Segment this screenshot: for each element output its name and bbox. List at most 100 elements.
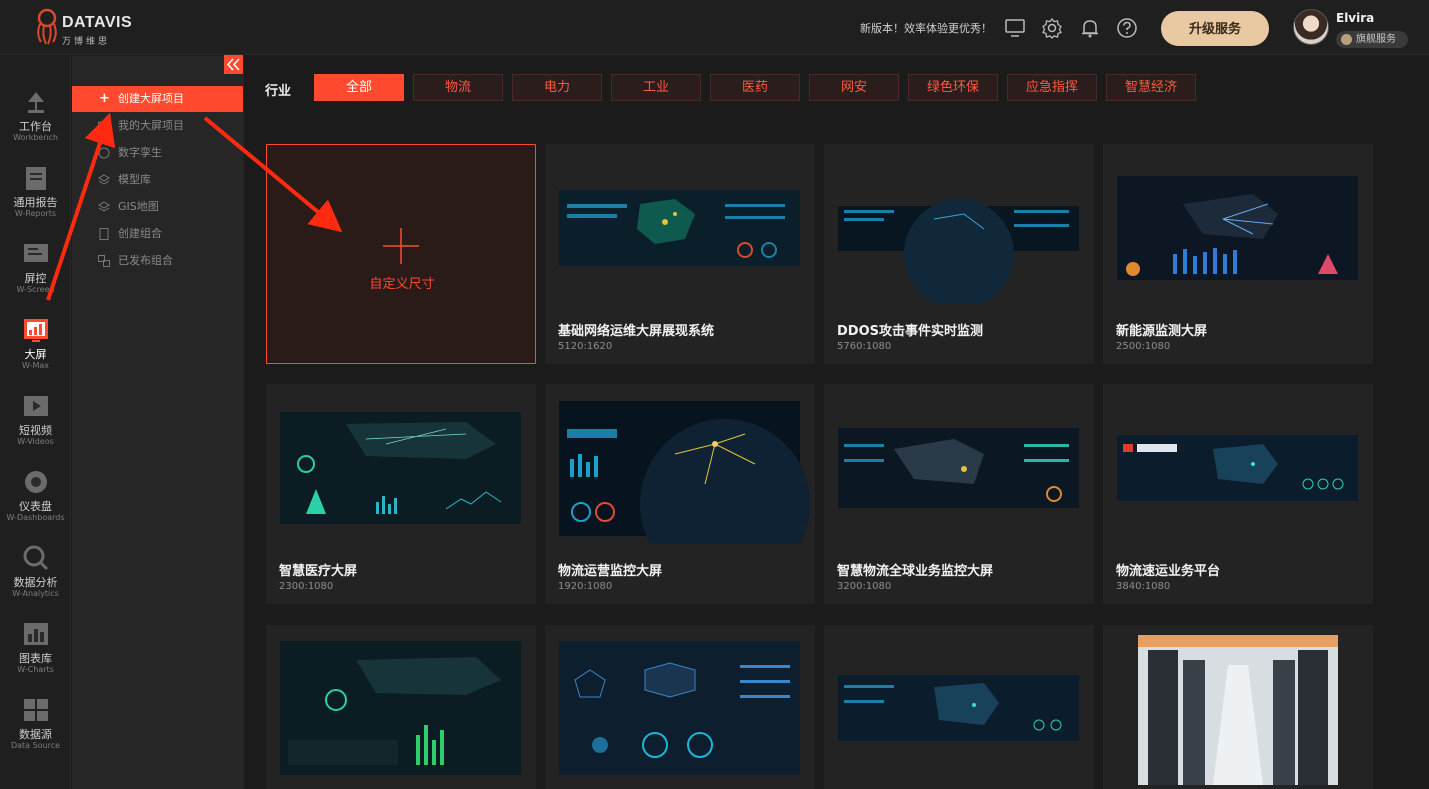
lamp-icon [28,92,44,113]
membership-icon [1341,34,1352,45]
submenu-label: 数字孪生 [118,146,162,159]
template-card[interactable]: 智慧医疗大屏 2300:1080 [266,384,536,604]
submenu-create-project[interactable]: + 创建大屏项目 [72,86,243,112]
template-card[interactable] [824,625,1094,789]
template-title: 物流运营监控大屏 [558,564,663,579]
submenu-published-combo[interactable]: 已发布组合 [72,248,244,274]
template-thumbnail [559,190,800,266]
rail-item-analytics[interactable]: 数据分析 W-Analytics [0,540,71,612]
rail-item-videos[interactable]: 短视频 W-Videos [0,388,71,460]
settings-icon[interactable] [1041,17,1063,39]
layers-icon [98,201,110,212]
top-bar: DATAVIS 万博维思 新版本！效率体验更优秀！ 升级服务 Elvira 旗舰… [0,0,1429,55]
rail-sublabel: Data Source [10,741,61,750]
template-size: 3840:1080 [1116,581,1171,592]
template-thumbnail [1117,176,1358,280]
monitor-icon[interactable] [1004,17,1026,39]
submenu-label: 模型库 [118,173,151,186]
template-size: 2300:1080 [279,581,334,592]
server-room-photo [1138,635,1338,785]
rail-label: 仪表盘 [19,500,52,513]
rail-label: 图表库 [19,652,52,665]
filter-chip-green[interactable]: 绿色环保 [908,74,998,101]
rail-item-charts[interactable]: 图表库 W-Charts [0,616,71,688]
brand-name: DATAVIS [62,14,133,31]
template-card[interactable] [1103,625,1373,789]
submenu-gis-map[interactable]: GIS地图 [72,194,244,220]
rail-sublabel: Workbench [13,133,58,142]
template-card[interactable] [266,625,536,789]
filter-chip-all[interactable]: 全部 [314,74,404,101]
logo[interactable]: DATAVIS 万博维思 [34,8,132,48]
rail-sublabel: W-Dashboards [6,513,65,522]
template-card[interactable]: 物流运营监控大屏 1920:1080 [545,384,815,604]
rail-item-reports[interactable]: 通用报告 W-Reports [0,160,71,232]
filter-chip-pharma[interactable]: 医药 [710,74,800,101]
template-size: 2500:1080 [1116,341,1171,352]
template-thumbnail [838,428,1079,508]
template-size: 3200:1080 [837,581,892,592]
template-title: 智慧物流全球业务监控大屏 [837,564,994,579]
datasource-icon [24,699,48,721]
rail-label: 大屏 [24,348,47,361]
twin-icon [98,147,110,159]
rail-item-workbench[interactable]: 工作台 Workbench [0,84,71,156]
template-card[interactable]: 物流速运业务平台 3840:1080 [1103,384,1373,604]
custom-size-card[interactable]: 自定义尺寸 [266,144,536,364]
user-name[interactable]: Elvira [1336,11,1374,25]
template-thumbnail [559,641,800,775]
template-thumbnail [559,401,810,544]
template-size: 5120:1620 [558,341,613,352]
report-icon [26,167,46,190]
filter-chip-economy[interactable]: 智慧经济 [1106,74,1196,101]
rail-label: 短视频 [19,424,52,437]
big-screen-icon [24,319,48,342]
template-title: DDOS攻击事件实时监测 [837,324,983,339]
filter-chip-cybersecurity[interactable]: 网安 [809,74,899,101]
analytics-icon [23,545,49,571]
template-card[interactable]: 智慧物流全球业务监控大屏 3200:1080 [824,384,1094,604]
gauge-icon [25,471,47,493]
filter-chip-logistics[interactable]: 物流 [413,74,503,101]
template-size: 1920:1080 [558,581,613,592]
brand-subtitle: 万博维思 [62,37,111,47]
template-card[interactable]: 新能源监测大屏 2500:1080 [1103,144,1373,364]
secondary-menu: + 创建大屏项目 我的大屏项目 数字孪生 模型库 GIS地图 创建组合 已发布组… [72,56,244,789]
help-icon[interactable] [1116,17,1138,39]
submenu-label: 创建组合 [118,227,162,240]
layers-icon [98,174,110,185]
submenu-my-projects[interactable]: 我的大屏项目 [72,113,244,139]
upgrade-button[interactable]: 升级服务 [1161,11,1269,46]
template-thumbnail [1117,435,1358,501]
rail-label: 数据源 [19,728,52,741]
industry-filter-label: 行业 [265,84,292,99]
template-card[interactable]: DDOS攻击事件实时监测 5760:1080 [824,144,1094,364]
avatar[interactable] [1293,9,1329,45]
chart-library-icon [24,623,48,645]
rail-item-screen[interactable]: 屏控 W-Screen [0,236,71,308]
submenu-digital-twin[interactable]: 数字孪生 [72,140,244,166]
submenu-model-library[interactable]: 模型库 [72,167,244,193]
template-thumbnail [838,675,1079,741]
submenu-create-combo[interactable]: 创建组合 [72,221,244,247]
rail-item-dashboards[interactable]: 仪表盘 W-Dashboards [0,464,71,536]
filter-chip-emergency[interactable]: 应急指挥 [1007,74,1097,101]
custom-size-label: 自定义尺寸 [369,277,435,292]
filter-chip-industry[interactable]: 工业 [611,74,701,101]
template-thumbnail [280,412,521,524]
video-icon [24,396,48,416]
rail-label: 工作台 [19,120,52,133]
submenu-label: 已发布组合 [118,254,173,267]
bell-icon[interactable] [1079,17,1101,39]
template-card[interactable] [545,625,815,789]
double-chevron-left-icon [226,58,240,71]
rail-item-datasource[interactable]: 数据源 Data Source [0,692,71,764]
version-notice[interactable]: 新版本！效率体验更优秀！ [860,20,992,36]
filter-chip-power[interactable]: 电力 [512,74,602,101]
template-thumbnail [838,199,1079,304]
rail-item-max[interactable]: 大屏 W-Max [0,312,71,384]
template-title: 新能源监测大屏 [1116,324,1208,339]
template-card[interactable]: 基础网络运维大屏展现系统 5120:1620 [545,144,815,364]
collapse-menu-button[interactable] [224,55,243,74]
rail-sublabel: W-Reports [14,209,57,218]
